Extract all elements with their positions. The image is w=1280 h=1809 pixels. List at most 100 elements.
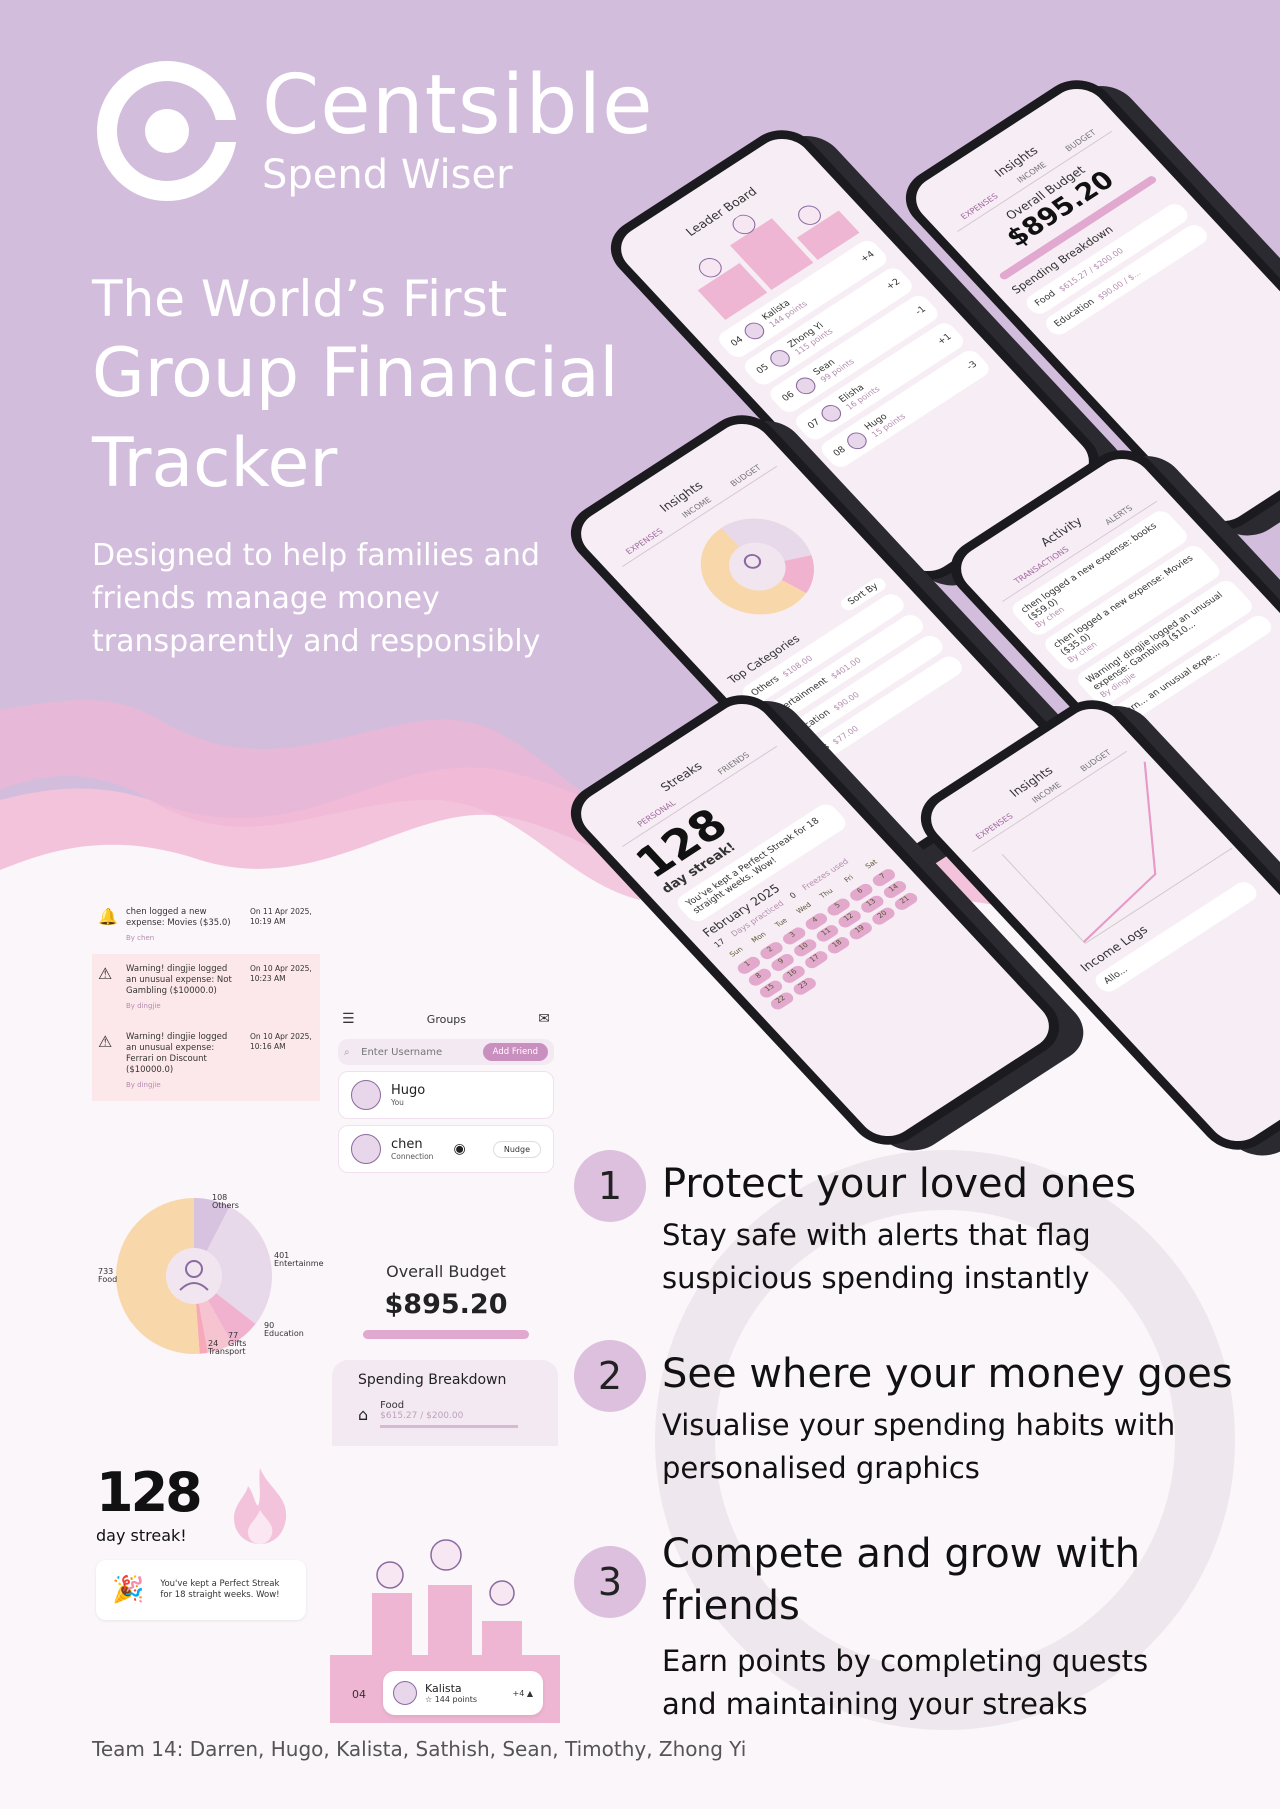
streak-number: 128 [96, 1461, 203, 1524]
streak-label: day streak! [96, 1526, 187, 1545]
avatar [351, 1134, 381, 1164]
pie-label-name: Transport [207, 1347, 246, 1356]
rank-number: 08 [831, 444, 848, 459]
rank-number: 06 [780, 389, 797, 404]
rank-info: Elisha 16 points [837, 377, 881, 412]
hero-line-3: Tracker [92, 424, 338, 503]
rank-number: 05 [754, 362, 771, 376]
group-member[interactable]: chen Connection ◉ Nudge [338, 1125, 554, 1173]
star-icon: ☆ [425, 1695, 435, 1704]
budget-bar [363, 1330, 529, 1339]
avatar [843, 428, 871, 452]
overall-budget-amount: $895.20 [384, 1289, 508, 1320]
mail-icon[interactable]: ✉ [538, 1011, 550, 1027]
rank-delta: +1 [935, 331, 954, 347]
feature-2: 2 [574, 1340, 646, 1412]
rank-number: 07 [805, 417, 823, 431]
groups-title: Groups [426, 1012, 467, 1026]
avatar [393, 1681, 417, 1705]
breakdown-item-food[interactable]: ⌂ Food $615.27 / $200.00 [358, 1400, 532, 1428]
streak-widget: 128 day streak! [96, 1461, 203, 1546]
feature-3: 3 [574, 1546, 646, 1618]
bell-icon: 🔔 [98, 907, 118, 926]
feature-title: See where your money goes [662, 1351, 1233, 1397]
alert-date: On 10 Apr 2025, 10:23 AM [250, 964, 312, 983]
pie-label-name: Others [212, 1201, 239, 1210]
rank-delta: +2 [884, 276, 903, 292]
avatar [766, 346, 794, 370]
overall-budget-label: Overall Budget [386, 1262, 506, 1281]
rank-delta: -3 [964, 359, 980, 372]
alert-text: Warning! dingjie logged an unusual expen… [126, 1032, 228, 1075]
alert-message: Warning! dingjie logged an unusual expen… [126, 964, 240, 1012]
nudge-button[interactable]: Nudge [492, 1140, 541, 1158]
hero-line-2: Group Financial [92, 334, 619, 413]
feature-number: 3 [574, 1546, 646, 1618]
member-role: Connection [391, 1152, 434, 1161]
hero-line-1: The World’s First [92, 270, 508, 328]
bowl-icon: ⌂ [358, 1404, 369, 1424]
group-member[interactable]: Hugo You [338, 1071, 554, 1119]
pie-label-name: Entertainme [274, 1259, 324, 1268]
alert-item[interactable]: ⚠ Warning! dingjie logged an unusual expe… [92, 954, 320, 1022]
rank-number: 04 [728, 334, 746, 349]
feature-number: 2 [574, 1340, 646, 1412]
triangle-up-icon: ▲ [526, 1688, 533, 1698]
add-friend-bar: ⌕ Add Friend [338, 1039, 554, 1065]
spending-pie-chart: 108Others401Entertainme90Education77Gift… [98, 1193, 324, 1356]
alert-item[interactable]: 🔔 chen logged a new expense: Movies ($35.… [92, 897, 320, 954]
spending-breakdown-title: Spending Breakdown [358, 1372, 507, 1388]
avatar [791, 373, 820, 397]
breakdown-item-bar [380, 1425, 519, 1428]
brand-tagline: Spend Wiser [262, 152, 513, 198]
centsible-logo-icon [97, 61, 238, 201]
budget-widget: Overall Budget $895.20 [332, 1262, 560, 1339]
freezes-count: 0 [787, 890, 799, 901]
warning-icon: ⚠ [98, 1032, 113, 1051]
alert-date: On 10 Apr 2025, 10:16 AM [250, 1032, 312, 1051]
alert-text: Warning! dingjie logged an unusual expen… [126, 964, 232, 996]
groups-widget: ☰ Groups ✉ ⌕ Add Friend Hugo You chen Co… [338, 1005, 554, 1179]
warning-icon: ⚠ [98, 964, 113, 983]
breakdown-item-value: $615.27 / $200.00 [380, 1411, 464, 1421]
alert-message: Warning! dingjie logged an unusual expen… [126, 1032, 240, 1091]
team-credits: Team 14: Darren, Hugo, Kalista, Sathish,… [92, 1737, 747, 1761]
perfect-streak-message: You've kept a Perfect Streak for 18 stra… [160, 1579, 280, 1600]
category-name: Others [749, 674, 782, 699]
category-value: $90.00 [831, 689, 861, 712]
avatar [817, 401, 846, 425]
menu-icon[interactable]: ☰ [342, 1011, 355, 1027]
add-friend-button[interactable]: Add Friend [482, 1043, 548, 1061]
rank-delta: +4 [858, 249, 877, 265]
entry-points: 144 points [434, 1695, 478, 1704]
rank-info: Hugo 15 points [863, 405, 907, 439]
alerts-widget: 🔔 chen logged a new expense: Movies ($35.… [92, 897, 320, 1101]
flame-icon [234, 1468, 287, 1544]
alert-message: chen logged a new expense: Movies ($35.0… [126, 907, 240, 944]
category-value: $77.00 [830, 723, 861, 746]
feature-1: 1 [574, 1150, 646, 1222]
search-icon: ⌕ [344, 1046, 350, 1058]
spending-breakdown-widget: Spending Breakdown ⌂ Food $615.27 / $200… [332, 1360, 558, 1446]
username-input[interactable] [361, 1046, 472, 1058]
perfect-streak-card: 🎉 You've kept a Perfect Streak for 18 st… [96, 1560, 306, 1620]
alert-by: By dingjie [126, 1002, 161, 1010]
alert-text: chen logged a new expense: Movies ($35.0… [126, 907, 231, 928]
member-name: Hugo [391, 1083, 426, 1098]
feature-title: Protect your loved ones [662, 1161, 1137, 1207]
entry-delta: +4 [512, 1688, 525, 1698]
member-name: chen [391, 1137, 423, 1152]
feature-description: Stay safe with alerts that flag suspicio… [662, 1218, 1091, 1295]
feature-description: Earn points by completing quests and mai… [662, 1644, 1149, 1721]
rank-info: Sean 99 points [812, 350, 856, 384]
alert-by: By chen [126, 934, 155, 942]
alert-date: On 11 Apr 2025, 10:19 AM [250, 907, 312, 926]
feature-title: Compete and grow with friends [662, 1531, 1141, 1629]
leaderboard-entry[interactable]: Kalista ☆ 144 points +4 ▲ [383, 1671, 543, 1715]
eye-icon[interactable]: ◉ [453, 1141, 465, 1157]
feature-number: 1 [574, 1150, 646, 1222]
breakdown-item-name: Food [380, 1400, 405, 1411]
avatar [740, 318, 769, 342]
brand-name: Centsible [262, 58, 654, 153]
alert-item[interactable]: ⚠ Warning! dingjie logged an unusual expe… [92, 1022, 320, 1101]
